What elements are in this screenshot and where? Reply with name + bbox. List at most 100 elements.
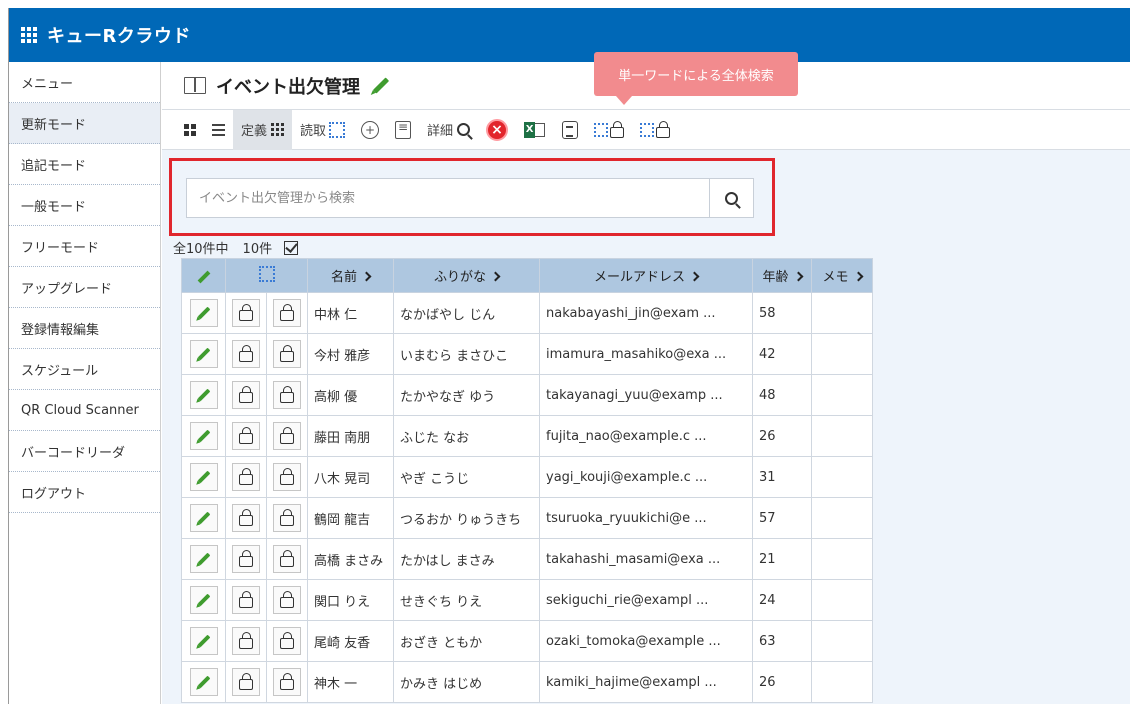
sidebar-item[interactable]: 一般モード xyxy=(9,185,160,226)
lock-button[interactable] xyxy=(232,545,260,573)
lock-icon xyxy=(239,345,253,362)
sidebar-item[interactable]: 登録情報編集 xyxy=(9,308,160,349)
email-cell: kamiki_hajime@exampl ... xyxy=(539,661,753,703)
lock-button[interactable] xyxy=(273,422,301,450)
sidebar-item[interactable]: フリーモード xyxy=(9,226,160,267)
edit-row-button[interactable] xyxy=(189,340,218,368)
table-row[interactable]: 関口 りえ せきぐち りえ sekiguchi_rie@exampl ... 24 xyxy=(181,579,873,621)
lock-button[interactable] xyxy=(273,668,301,696)
lock-icon xyxy=(280,468,294,485)
brand-title[interactable]: キューRクラウド xyxy=(47,22,191,48)
lock-icon xyxy=(280,509,294,526)
memo-cell xyxy=(811,579,873,621)
sidebar-item[interactable]: 追記モード xyxy=(9,144,160,185)
table-row[interactable]: 高橋 まさみ たかはし まさみ takahashi_masami@exa ... 21 xyxy=(181,538,873,580)
edit-row-button[interactable] xyxy=(189,627,218,655)
lock-button[interactable] xyxy=(232,627,260,655)
lock-button[interactable] xyxy=(273,627,301,655)
search-input[interactable] xyxy=(187,179,709,217)
table-row[interactable]: 藤田 南朋 ふじた なお fujita_nao@example.c ... 26 xyxy=(181,415,873,457)
sidebar-item[interactable]: メニュー xyxy=(9,62,160,103)
edit-row-button[interactable] xyxy=(189,299,218,327)
memo-cell xyxy=(811,538,873,580)
edit-row-button[interactable] xyxy=(189,504,218,532)
header-name[interactable]: 名前 xyxy=(307,258,394,293)
sidebar-item[interactable]: アップグレード xyxy=(9,267,160,308)
add-button[interactable]: + xyxy=(353,110,387,150)
lock-button[interactable] xyxy=(232,299,260,327)
form-button[interactable] xyxy=(387,110,419,150)
list-view-button[interactable] xyxy=(204,110,233,150)
lock-button[interactable] xyxy=(273,463,301,491)
edit-row-button[interactable] xyxy=(189,381,218,409)
lock-button[interactable] xyxy=(232,668,260,696)
edit-row-button[interactable] xyxy=(189,545,218,573)
qr-lock-button-2[interactable] xyxy=(632,110,678,150)
memo-cell xyxy=(811,620,873,662)
search-tooltip: 単一ワードによる全体検索 xyxy=(594,52,798,105)
table-row[interactable]: 八木 晃司 やぎ こうじ yagi_kouji@example.c ... 31 xyxy=(181,456,873,498)
qr-lock-button-1[interactable] xyxy=(586,110,632,150)
header-furigana[interactable]: ふりがな xyxy=(393,258,540,293)
lock-icon xyxy=(280,591,294,608)
pencil-icon xyxy=(197,593,210,607)
age-cell: 31 xyxy=(752,456,812,498)
search-button[interactable] xyxy=(709,179,753,217)
age-cell: 26 xyxy=(752,661,812,703)
sidebar-item[interactable]: スケジュール xyxy=(9,349,160,390)
edit-row-button[interactable] xyxy=(189,422,218,450)
lock-button[interactable] xyxy=(273,586,301,614)
sidebar-item[interactable]: 更新モード xyxy=(9,103,160,144)
sheet-button[interactable] xyxy=(554,110,586,150)
email-cell: yagi_kouji@example.c ... xyxy=(539,456,753,498)
name-cell: 尾崎 友香 xyxy=(307,620,394,662)
header-email[interactable]: メールアドレス xyxy=(539,258,753,293)
table-row[interactable]: 神木 一かみき はじめ kamiki_hajime@exampl ... 26 xyxy=(181,661,873,703)
lock-button[interactable] xyxy=(232,422,260,450)
edit-row-button[interactable] xyxy=(189,463,218,491)
header-memo[interactable]: メモ xyxy=(811,258,873,293)
lock-icon xyxy=(239,386,253,403)
clear-button[interactable]: × xyxy=(478,110,516,150)
sidebar-item[interactable]: バーコードリーダ xyxy=(9,431,160,472)
excel-export-button[interactable]: X xyxy=(516,110,554,150)
lock-button[interactable] xyxy=(232,340,260,368)
lock-button[interactable] xyxy=(273,299,301,327)
header-age[interactable]: 年齢 xyxy=(752,258,812,293)
sidebar-item[interactable]: QR Cloud Scanner xyxy=(9,390,160,431)
email-cell: fujita_nao@example.c ... xyxy=(539,415,753,457)
age-cell: 63 xyxy=(752,620,812,662)
lock-button[interactable] xyxy=(232,463,260,491)
lock-button[interactable] xyxy=(232,381,260,409)
edit-cell xyxy=(181,292,226,334)
read-button[interactable]: 読取 xyxy=(292,110,353,150)
tile-view-button[interactable] xyxy=(176,110,204,150)
lock-button[interactable] xyxy=(273,381,301,409)
edit-cell xyxy=(181,579,226,621)
name-cell: 関口 りえ xyxy=(307,579,394,621)
edit-row-button[interactable] xyxy=(189,586,218,614)
pencil-icon xyxy=(197,675,210,689)
lock-button[interactable] xyxy=(232,504,260,532)
definition-button[interactable]: 定義 xyxy=(233,109,293,150)
table-row[interactable]: 尾崎 友香 おざき ともか ozaki_tomoka@example ... 63 xyxy=(181,620,873,662)
lock-cell xyxy=(266,374,308,416)
table-row[interactable]: 高柳 優たかやなぎ ゆう takayanagi_yuu@examp ... 48 xyxy=(181,374,873,416)
pencil-icon xyxy=(197,388,210,402)
edit-title-pencil-icon[interactable] xyxy=(372,77,390,94)
detail-search-button[interactable]: 詳細 xyxy=(419,110,478,150)
table-row[interactable]: 今村 雅彦 いまむら まさひこ imamura_masahiko@exa ... 42 xyxy=(181,333,873,375)
sidebar-item[interactable]: ログアウト xyxy=(9,472,160,513)
table-body: 中林 仁なかばやし じん nakabayashi_jin@exam ... 58 今村… xyxy=(181,292,873,703)
lock-button[interactable] xyxy=(273,340,301,368)
lock-button[interactable] xyxy=(232,586,260,614)
table-row[interactable]: 鶴岡 龍吉 つるおか りゅうきち tsuruoka_ryuukichi@e ... 5… xyxy=(181,497,873,539)
lock-button[interactable] xyxy=(273,504,301,532)
excel-icon: X xyxy=(524,121,546,139)
apps-grid-icon[interactable] xyxy=(21,27,37,43)
table-row[interactable]: 中林 仁なかばやし じん nakabayashi_jin@exam ... 58 xyxy=(181,292,873,334)
edit-row-button[interactable] xyxy=(189,668,218,696)
select-all-checkbox[interactable] xyxy=(284,240,299,255)
lock-button[interactable] xyxy=(273,545,301,573)
result-summary: 全10件中 10件 xyxy=(173,238,299,257)
